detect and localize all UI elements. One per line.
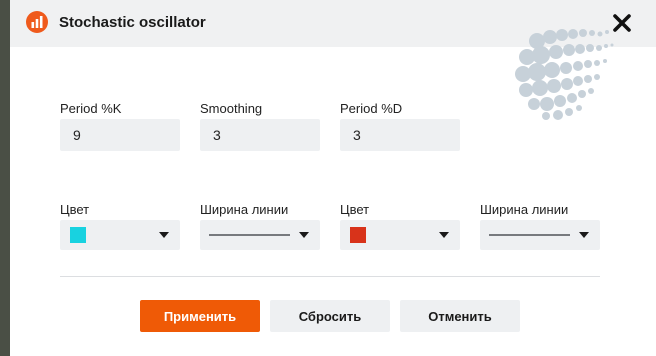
bar-chart-icon [26, 11, 48, 33]
period-d-input[interactable] [340, 119, 460, 151]
dialog-title: Stochastic oscillator [59, 14, 206, 31]
period-d-label: Period %D [340, 101, 403, 116]
line-width-k-select[interactable] [200, 220, 320, 250]
line-width-k-label: Ширина линии [200, 202, 289, 217]
close-icon[interactable] [610, 11, 634, 35]
chevron-down-icon [439, 232, 449, 238]
line-width-sample [489, 234, 570, 236]
period-k-label: Period %K [60, 101, 122, 116]
period-k-field[interactable] [60, 119, 180, 151]
color-swatch-k [70, 227, 86, 243]
cancel-button[interactable]: Отменить [400, 300, 520, 332]
smoothing-label: Smoothing [200, 101, 263, 116]
chevron-down-icon [159, 232, 169, 238]
divider [60, 276, 600, 277]
smoothing-input[interactable] [200, 119, 320, 151]
line-width-d-label: Ширина линии [480, 202, 569, 217]
period-d-field[interactable] [340, 119, 460, 151]
reset-button[interactable]: Сбросить [270, 300, 390, 332]
color-k-select[interactable] [60, 220, 180, 250]
line-width-d-select[interactable] [480, 220, 600, 250]
stochastic-settings-dialog: Stochastic oscillator Period %K 9 Smooth… [10, 0, 656, 356]
chevron-down-icon [299, 232, 309, 238]
globe-logo-icon [510, 24, 620, 129]
chevron-down-icon [579, 232, 589, 238]
color-k-label: Цвет [60, 202, 90, 217]
period-k-input[interactable] [60, 119, 180, 151]
smoothing-field[interactable] [200, 119, 320, 151]
line-width-sample [209, 234, 290, 236]
apply-button[interactable]: Применить [140, 300, 260, 332]
color-d-select[interactable] [340, 220, 460, 250]
color-d-label: Цвет [340, 202, 370, 217]
color-swatch-d [350, 227, 366, 243]
